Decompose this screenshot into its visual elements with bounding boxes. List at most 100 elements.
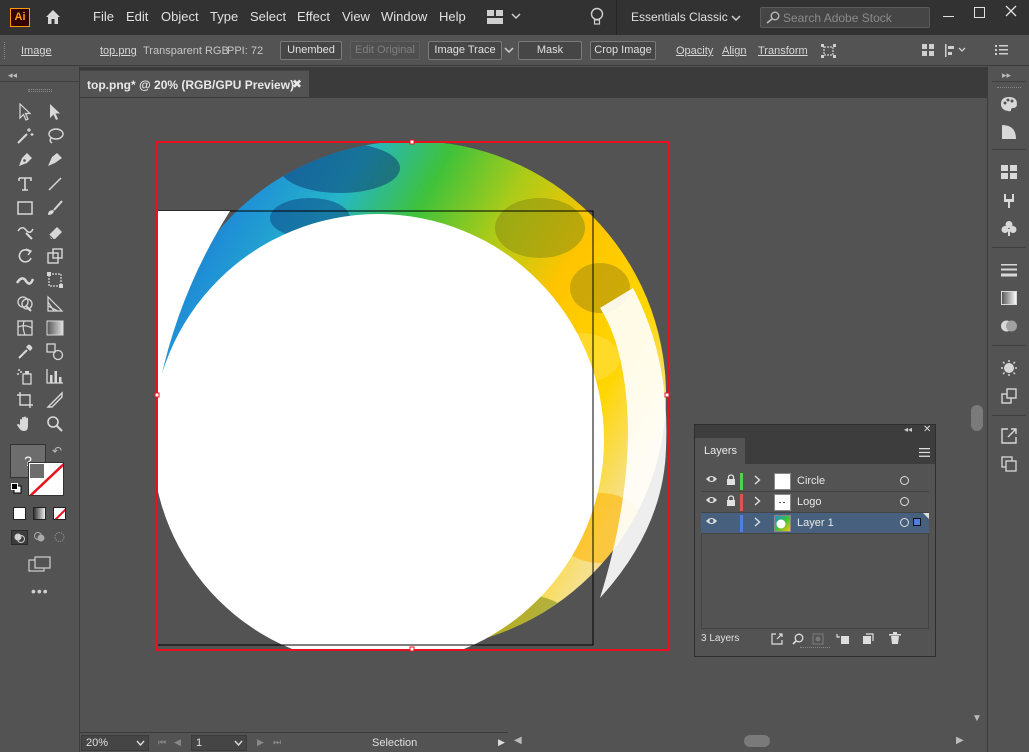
scale-tool[interactable] [44, 245, 66, 267]
visibility-eye-icon[interactable] [705, 474, 718, 487]
direct-selection-tool[interactable] [44, 101, 66, 123]
align-link[interactable]: Align [722, 45, 746, 57]
selection-indicator[interactable] [913, 518, 921, 526]
lightbulb-icon[interactable] [589, 7, 605, 27]
edit-toolbar-icon[interactable]: ••• [31, 583, 49, 599]
handle-top[interactable] [409, 139, 415, 145]
rectangle-tool[interactable] [14, 197, 36, 219]
rotate-tool[interactable] [14, 245, 36, 267]
line-segment-tool[interactable] [44, 173, 66, 195]
search-stock[interactable] [760, 7, 930, 28]
expand-panels-icon[interactable]: ▸▸ [1002, 70, 1011, 81]
artboard-tool[interactable] [14, 389, 36, 411]
create-sublayer-icon[interactable] [836, 633, 850, 645]
vertical-scrollbar[interactable]: ▼ [968, 98, 987, 732]
draw-inside-button[interactable] [52, 530, 67, 545]
transform-link[interactable]: Transform [758, 45, 808, 57]
shape-builder-tool[interactable] [14, 293, 36, 315]
grid-icon[interactable] [922, 44, 935, 57]
gradient-mode-button[interactable] [33, 507, 46, 520]
collapse-tools-icon[interactable]: ◂◂ [8, 70, 17, 81]
selection-tool[interactable] [14, 101, 36, 123]
expand-chevron-icon[interactable] [754, 496, 761, 509]
color-guide-icon[interactable] [998, 121, 1020, 143]
artboards-icon[interactable] [998, 453, 1020, 475]
menu-view[interactable]: View [342, 9, 370, 24]
scroll-left-icon[interactable]: ◀ [514, 735, 522, 746]
layers-panel-titlebar[interactable]: ◂◂ ✕ [695, 424, 935, 438]
column-graph-tool[interactable] [44, 365, 66, 387]
layer-row-layer-1[interactable]: Layer 1 [701, 513, 929, 534]
distribute-icon[interactable] [945, 44, 967, 57]
default-fill-stroke-icon[interactable] [11, 483, 22, 494]
screen-mode-icon[interactable] [28, 556, 52, 572]
brushes-icon[interactable] [998, 189, 1020, 211]
layer-name[interactable]: Logo [797, 496, 821, 508]
draw-behind-button[interactable] [32, 530, 47, 545]
document-tab[interactable]: top.png* @ 20% (RGB/GPU Preview) ✖ [80, 70, 309, 97]
expand-chevron-icon[interactable] [754, 475, 761, 488]
mesh-tool[interactable] [14, 317, 36, 339]
free-transform-tool[interactable] [44, 269, 66, 291]
image-trace-button[interactable]: Image Trace [428, 41, 502, 60]
close-window-button[interactable] [1003, 3, 1019, 19]
scroll-down-icon[interactable]: ▼ [972, 713, 982, 724]
symbol-sprayer-tool[interactable] [14, 365, 36, 387]
menu-effect[interactable]: Effect [297, 9, 330, 24]
horizontal-scrollbar[interactable]: ◀ ▶ [508, 732, 968, 752]
appearance-icon[interactable] [998, 357, 1020, 379]
draw-normal-button[interactable] [11, 530, 28, 545]
grip-handle[interactable] [4, 42, 7, 59]
zoom-field[interactable]: 20% [81, 735, 149, 751]
arrange-documents-icon[interactable] [487, 10, 521, 24]
dock-grip[interactable] [997, 87, 1021, 90]
zoom-tool[interactable] [44, 413, 66, 435]
menu-edit[interactable]: Edit [126, 9, 148, 24]
layer-row-logo[interactable]: Logo [701, 492, 929, 513]
shaper-tool[interactable] [14, 221, 36, 243]
tools-grip[interactable] [28, 89, 52, 92]
layers-panel-menu-icon[interactable] [919, 446, 930, 457]
handle-right[interactable] [664, 392, 670, 398]
stroke-panel-icon[interactable] [998, 259, 1020, 281]
image-trace-dropdown-icon[interactable] [504, 47, 514, 53]
delete-layer-icon[interactable] [889, 632, 901, 645]
export-icon[interactable] [998, 425, 1020, 447]
width-tool[interactable] [14, 269, 36, 291]
blend-tool[interactable] [44, 341, 66, 363]
visibility-eye-icon[interactable] [705, 516, 718, 529]
expand-chevron-icon[interactable] [754, 517, 761, 530]
symbols-icon[interactable] [998, 217, 1020, 239]
color-panel-icon[interactable] [998, 93, 1020, 115]
magic-wand-tool[interactable] [14, 125, 36, 147]
eyedropper-tool[interactable] [14, 341, 36, 363]
locate-object-icon[interactable] [792, 633, 804, 645]
menu-object[interactable]: Object [161, 9, 199, 24]
lock-icon[interactable] [726, 474, 736, 489]
layer-row-circle[interactable]: Circle [701, 471, 929, 492]
gradient-panel-icon[interactable] [998, 287, 1020, 309]
pen-tool[interactable] [14, 149, 36, 171]
menu-type[interactable]: Type [210, 9, 238, 24]
close-panel-icon[interactable]: ✕ [923, 424, 931, 435]
swatches-icon[interactable] [998, 161, 1020, 183]
visibility-eye-icon[interactable] [705, 495, 718, 508]
linked-filename[interactable]: top.png [100, 45, 137, 57]
object-type-label[interactable]: Image [21, 45, 52, 57]
vertical-scroll-thumb[interactable] [971, 405, 983, 431]
search-input[interactable] [783, 10, 923, 26]
lasso-tool[interactable] [44, 125, 66, 147]
create-new-layer-icon[interactable] [862, 633, 874, 645]
minimize-button[interactable] [943, 16, 954, 17]
maximize-button[interactable] [974, 7, 985, 18]
crop-image-button[interactable]: Crop Image [590, 41, 656, 60]
layer-name[interactable]: Layer 1 [797, 517, 834, 529]
panel-menu-icon[interactable] [995, 44, 1008, 56]
handle-bottom[interactable] [409, 646, 415, 652]
menu-file[interactable]: File [93, 9, 114, 24]
gradient-tool[interactable] [44, 317, 66, 339]
target-circle-icon[interactable] [900, 476, 909, 485]
lock-icon[interactable] [726, 495, 736, 510]
artboard-number-field[interactable]: 1 [191, 735, 247, 751]
horizontal-scroll-thumb[interactable] [744, 735, 770, 747]
